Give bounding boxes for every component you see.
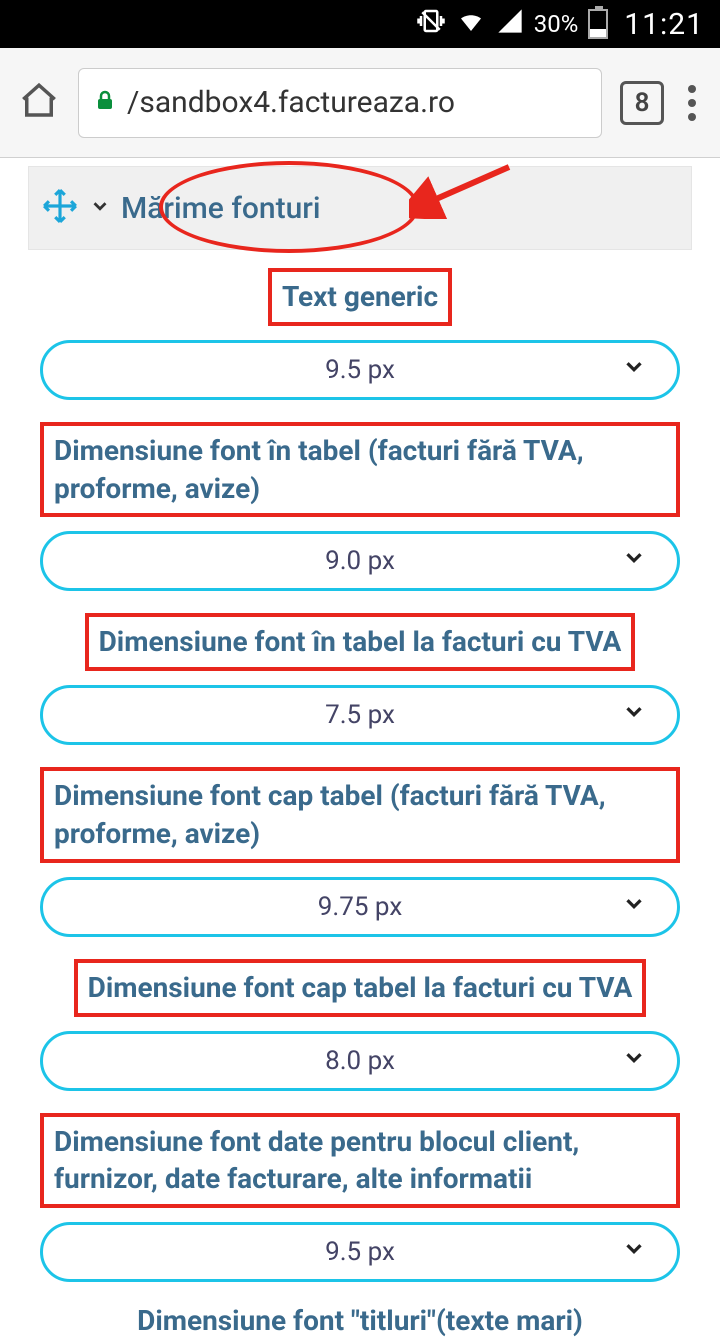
wifi-icon bbox=[456, 6, 486, 43]
field-label-titles: Dimensiune font "titluri"(texte mari) bbox=[0, 1304, 720, 1337]
chevron-down-icon bbox=[621, 545, 647, 578]
select-value: 8.0 px bbox=[325, 1046, 395, 1076]
collapse-chevron-icon[interactable] bbox=[89, 195, 111, 221]
cell-signal-icon bbox=[496, 7, 524, 42]
browser-menu-button[interactable] bbox=[682, 79, 702, 127]
field-label: Text generic bbox=[268, 268, 452, 326]
select-value: 9.75 px bbox=[318, 892, 402, 922]
field-text-generic: Text generic 9.5 px bbox=[40, 268, 680, 400]
field-label: Dimensiune font cap tabel la facturi cu … bbox=[74, 959, 647, 1017]
field-font-client-block: Dimensiune font date pentru blocul clien… bbox=[40, 1113, 680, 1283]
vibrate-icon bbox=[416, 6, 446, 43]
field-font-header-notva: Dimensiune font cap tabel (facturi fără … bbox=[40, 767, 680, 937]
select-font-table-notva[interactable]: 9.0 px bbox=[40, 531, 680, 591]
select-font-client-block[interactable]: 9.5 px bbox=[40, 1222, 680, 1282]
select-font-table-tva[interactable]: 7.5 px bbox=[40, 685, 680, 745]
tab-switcher-button[interactable]: 8 bbox=[620, 81, 664, 125]
annotation-arrow bbox=[409, 159, 519, 223]
tab-count-value: 8 bbox=[635, 88, 650, 118]
section-title: Mărime fonturi bbox=[121, 191, 321, 226]
select-value: 9.5 px bbox=[325, 355, 395, 385]
clock: 11:21 bbox=[624, 7, 704, 42]
status-icons: 30% 11:21 bbox=[416, 6, 704, 43]
url-text: /sandbox4.factureaza.ro bbox=[127, 85, 455, 120]
field-font-header-tva: Dimensiune font cap tabel la facturi cu … bbox=[40, 959, 680, 1091]
field-label: Dimensiune font cap tabel (facturi fără … bbox=[40, 767, 680, 863]
section-header-font-sizes[interactable]: Mărime fonturi bbox=[28, 166, 692, 250]
move-icon[interactable] bbox=[41, 187, 79, 229]
url-bar[interactable]: /sandbox4.factureaza.ro bbox=[78, 68, 602, 138]
home-icon[interactable] bbox=[18, 80, 60, 126]
select-value: 7.5 px bbox=[325, 700, 395, 730]
select-font-header-notva[interactable]: 9.75 px bbox=[40, 877, 680, 937]
select-font-header-tva[interactable]: 8.0 px bbox=[40, 1031, 680, 1091]
field-label: Dimensiune font în tabel la facturi cu T… bbox=[85, 613, 636, 671]
android-status-bar: 30% 11:21 bbox=[0, 0, 720, 48]
field-font-table-tva: Dimensiune font în tabel la facturi cu T… bbox=[40, 613, 680, 745]
chevron-down-icon bbox=[621, 1044, 647, 1077]
field-font-table-notva: Dimensiune font în tabel (facturi fără T… bbox=[40, 422, 680, 592]
select-text-generic[interactable]: 9.5 px bbox=[40, 340, 680, 400]
field-label: Dimensiune font în tabel (facturi fără T… bbox=[40, 422, 680, 518]
battery-percent: 30% bbox=[534, 10, 579, 38]
chevron-down-icon bbox=[621, 890, 647, 923]
chevron-down-icon bbox=[621, 353, 647, 386]
browser-toolbar: /sandbox4.factureaza.ro 8 bbox=[0, 48, 720, 158]
chevron-down-icon bbox=[621, 699, 647, 732]
page-content: Mărime fonturi Text generic 9.5 px Dimen… bbox=[0, 158, 720, 1337]
select-value: 9.0 px bbox=[325, 546, 395, 576]
lock-icon bbox=[93, 89, 117, 117]
select-value: 9.5 px bbox=[325, 1237, 395, 1267]
battery-icon bbox=[588, 9, 608, 39]
chevron-down-icon bbox=[621, 1236, 647, 1269]
field-label: Dimensiune font date pentru blocul clien… bbox=[40, 1113, 680, 1209]
